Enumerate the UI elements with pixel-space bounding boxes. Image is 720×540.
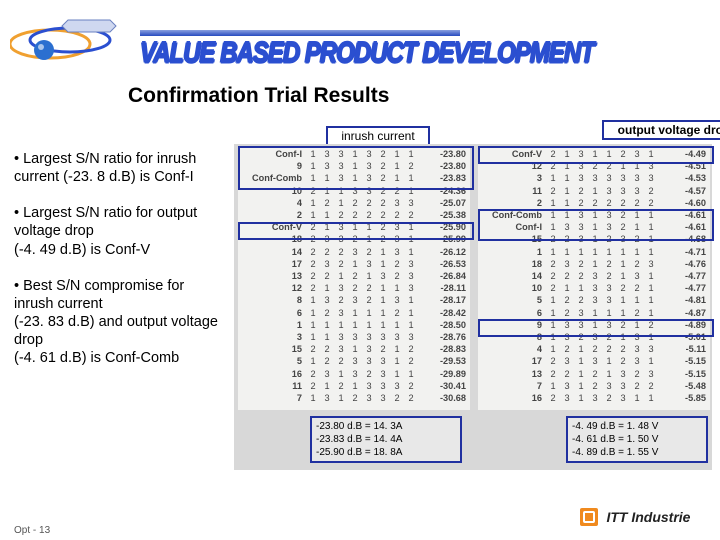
table-row: Conf-Comb11313211-23.83 [238, 172, 470, 184]
table-row: 1623132311-29.89 [238, 368, 470, 380]
info-line: -4. 61 d.B = 1. 50 V [572, 433, 702, 446]
info-line: -23.80 d.B = 14. 3A [316, 420, 456, 433]
table-row: 412122233-5.11 [478, 343, 710, 355]
table-row: 612311121-28.42 [238, 307, 470, 319]
table-row: 1823212123-4.76 [478, 258, 710, 270]
info-line: -23.83 d.B = 14. 4A [316, 433, 456, 446]
info-line: -25.90 d.B = 18. 8A [316, 446, 456, 459]
table-row: 211222222-25.38 [238, 209, 470, 221]
bullet-3: • Best S/N compromise for inrush current… [14, 277, 224, 368]
info-line: -4. 49 d.B = 1. 48 V [572, 420, 702, 433]
slide-number: Opt - 13 [14, 525, 50, 536]
table-row: 612311121-4.87 [478, 307, 710, 319]
info-box-output: -4. 49 d.B = 1. 48 V-4. 61 d.B = 1. 50 V… [566, 416, 708, 463]
info-line: -4. 89 d.B = 1. 55 V [572, 446, 702, 459]
table-row: 1221322113-28.11 [238, 282, 470, 294]
table-backdrop: Conf-I13313211-23.80913313212-23.80Conf-… [234, 144, 712, 470]
table-row: 813232131-28.17 [238, 294, 470, 306]
table-inrush: Conf-I13313211-23.80913313212-23.80Conf-… [238, 148, 470, 410]
table-row: 713123322-30.68 [238, 392, 470, 404]
table-output: Conf-V21311231-4.491221322113-4.51311333… [478, 148, 710, 410]
table-row: 1221322113-4.51 [478, 160, 710, 172]
brand-icon [580, 508, 598, 526]
brand-text: ITT Industrie [606, 509, 690, 525]
table-row: 1121213332-30.41 [238, 380, 470, 392]
table-row: 1322121323-5.15 [478, 368, 710, 380]
table-row: 1422232131-4.77 [478, 270, 710, 282]
bullet-1: • Largest S/N ratio for inrush current (… [14, 150, 224, 186]
table-row: 913313212-23.80 [238, 160, 470, 172]
page-title: Confirmation Trial Results [128, 84, 389, 108]
label-output-voltage-drop: output voltage drop [602, 120, 720, 140]
table-row: 1021133221-24.36 [238, 185, 470, 197]
label-inrush-current: inrush current [326, 126, 430, 146]
table-row: 1121213332-4.57 [478, 185, 710, 197]
table-row: Conf-V21311231-4.49 [478, 148, 710, 160]
table-row: 412122233-25.07 [238, 197, 470, 209]
table-row: 1522312321-4.68 [478, 233, 710, 245]
table-row: 211222222-4.60 [478, 197, 710, 209]
info-box-inrush: -23.80 d.B = 14. 3A-23.83 d.B = 14. 4A-2… [310, 416, 462, 463]
table-row: Conf-V21311231-25.90 [238, 221, 470, 233]
bullet-list: • Largest S/N ratio for inrush current (… [14, 150, 224, 385]
bullet-2: • Largest S/N ratio for output voltage d… [14, 204, 224, 258]
footer-brand: ITT Industrie [580, 508, 710, 532]
corner-logo [10, 14, 130, 72]
table-row: 1522313212-28.83 [238, 343, 470, 355]
banner-rule [140, 30, 460, 36]
table-row: 1322121323-26.84 [238, 270, 470, 282]
table-row: 1723213123-26.53 [238, 258, 470, 270]
table-row: 512233111-4.81 [478, 294, 710, 306]
header: VALUE BASED PRODUCT DEVELOPMENT [0, 18, 720, 76]
table-row: 111111111-4.71 [478, 246, 710, 258]
table-row: 1422232131-26.12 [238, 246, 470, 258]
table-row: 813232131-5.01 [478, 331, 710, 343]
table-row: 111111111-28.50 [238, 319, 470, 331]
table-row: 311333333-28.76 [238, 331, 470, 343]
table-row: 311333333-4.53 [478, 172, 710, 184]
table-row: Conf-Comb11313211-4.61 [478, 209, 710, 221]
banner-text: VALUE BASED PRODUCT DEVELOPMENT [140, 37, 594, 71]
table-row: 1623132311-5.85 [478, 392, 710, 404]
table-row: Conf-I13313211-4.61 [478, 221, 710, 233]
table-row: 1723131231-5.15 [478, 355, 710, 367]
table-row: 713123322-5.48 [478, 380, 710, 392]
table-row: 913313212-4.89 [478, 319, 710, 331]
table-row: 1823321231-25.99 [238, 233, 470, 245]
table-row: 512233312-29.53 [238, 355, 470, 367]
table-row: 1021133221-4.77 [478, 282, 710, 294]
table-row: Conf-I13313211-23.80 [238, 148, 470, 160]
